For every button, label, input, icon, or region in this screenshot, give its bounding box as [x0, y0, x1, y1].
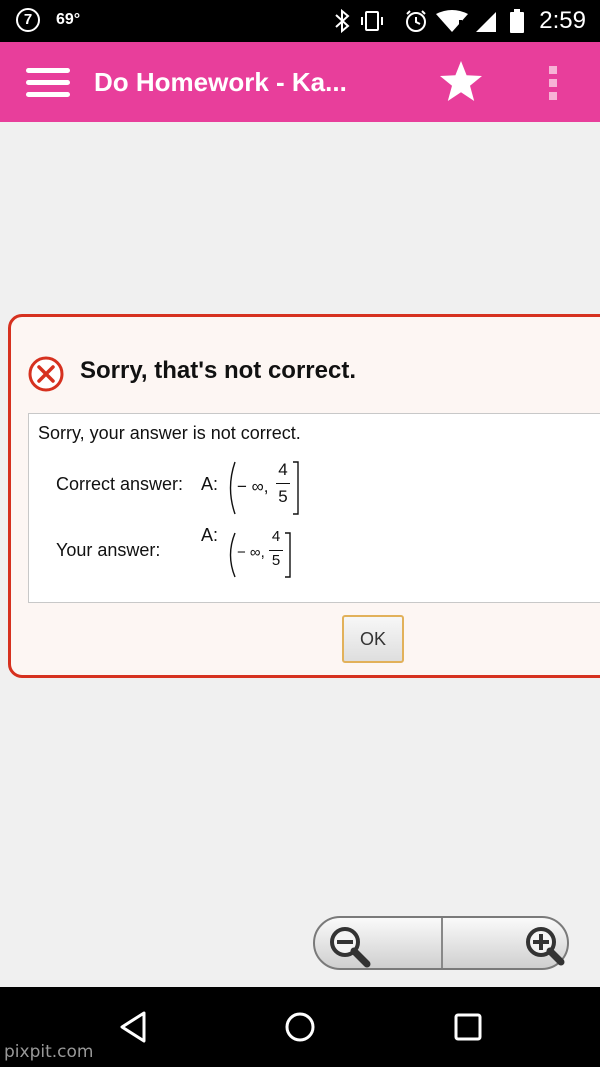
alarm-icon [406, 10, 426, 32]
error-x-icon [28, 356, 64, 392]
bluetooth-icon [335, 8, 350, 34]
correct-answer-prefix: A: [201, 474, 219, 494]
denominator: 5 [278, 487, 288, 506]
correct-answer-interval: − ∞, 4 5 [225, 460, 303, 516]
back-icon[interactable] [116, 1009, 152, 1045]
dialog-heading: Sorry, that's not correct. [80, 357, 356, 384]
your-answer-prefix: A: [201, 525, 219, 545]
interval-lower: − ∞, [237, 477, 269, 496]
temperature: 69° [56, 11, 81, 28]
right-bracket [285, 532, 291, 578]
left-paren [229, 532, 236, 578]
battery-icon [510, 9, 524, 33]
vibrate-icon [361, 11, 383, 31]
interval-lower: − ∞, [237, 544, 265, 561]
zoom-out-icon[interactable] [327, 924, 371, 968]
denominator: 5 [271, 552, 281, 569]
wifi-icon [436, 10, 468, 32]
notification-badge: 7 [16, 8, 40, 32]
zoom-divider [441, 918, 443, 968]
more-vert-icon[interactable] [545, 64, 561, 102]
recents-icon[interactable] [450, 1009, 486, 1045]
feedback-message: Sorry, your answer is not correct. [38, 423, 301, 443]
system-icons [335, 8, 524, 34]
app-bar: Do Homework - Ka... [0, 42, 600, 122]
correct-answer-label: Correct answer: [56, 474, 184, 494]
your-answer-interval: − ∞, 4 5 [225, 528, 295, 587]
watermark: pixpit.com [4, 1042, 94, 1062]
signal-icon [476, 12, 496, 32]
menu-icon[interactable] [26, 68, 70, 98]
clock: 2:59 [539, 7, 586, 34]
numerator: 4 [271, 528, 281, 545]
left-paren [229, 461, 236, 515]
numerator: 4 [278, 460, 288, 479]
page-title: Do Homework - Ka... [94, 67, 347, 97]
zoom-in-icon[interactable] [521, 922, 565, 966]
home-icon[interactable] [282, 1009, 318, 1045]
your-answer-label: Your answer: [56, 540, 161, 560]
zoom-controls [313, 916, 569, 970]
error-dialog: Sorry, that's not correct. Sorry, your a… [8, 314, 600, 678]
feedback-box: Sorry, your answer is not correct. Corre… [28, 413, 600, 603]
status-bar: 7 69° 2:59 [0, 0, 600, 42]
right-bracket [293, 461, 299, 515]
star-icon[interactable] [438, 58, 484, 104]
ok-button[interactable]: OK [342, 615, 404, 663]
